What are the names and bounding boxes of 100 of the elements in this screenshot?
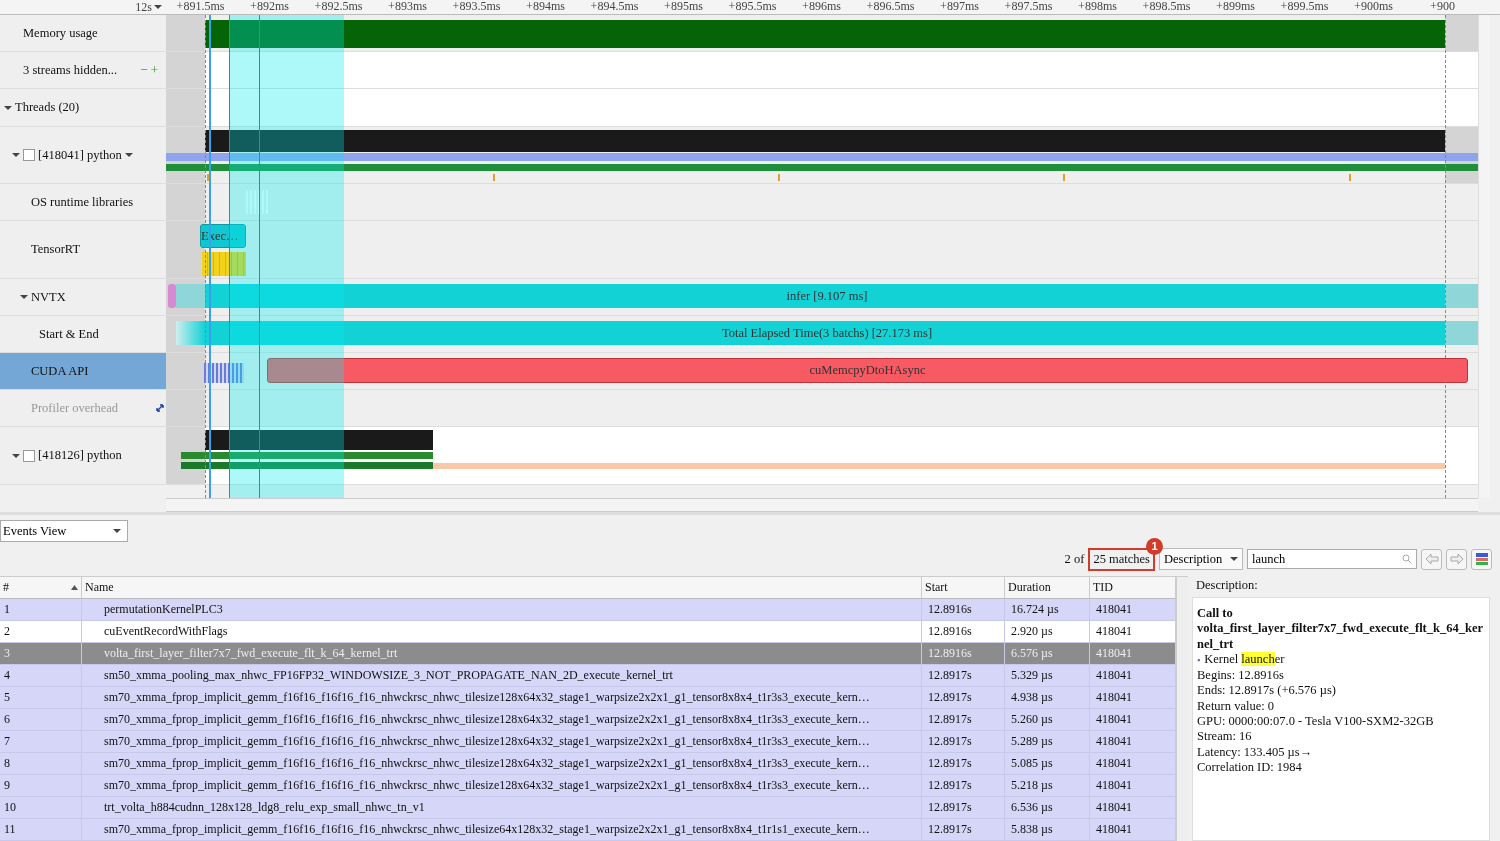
ruler-tick: +898ms xyxy=(1077,0,1118,14)
checkbox[interactable] xyxy=(23,149,35,161)
description-line: Stream: 16 xyxy=(1197,729,1253,745)
table-cell: volta_first_layer_filter7x7_fwd_execute_flt_k_64_kernel_trt xyxy=(82,643,922,665)
table-cell: 418041 xyxy=(1090,731,1176,753)
table-cell: 5.289 µs xyxy=(1005,731,1090,753)
match-count: 2 of xyxy=(1064,551,1085,567)
left-arrow-icon xyxy=(1424,553,1439,565)
collapse-button[interactable]: − xyxy=(140,62,148,78)
table-cell: 418041 xyxy=(1090,643,1176,665)
zoom-selector[interactable]: 12s xyxy=(0,0,166,14)
search-icon xyxy=(1402,554,1412,564)
table-cell: 12.8917s xyxy=(922,665,1005,687)
table-cell: 4.938 µs xyxy=(1005,687,1090,709)
table-cell: 12.8917s xyxy=(922,819,1005,841)
panel-title: Description: xyxy=(1195,577,1259,594)
ruler-tick: +892.5ms xyxy=(313,0,364,14)
row-title: Memory usage xyxy=(23,25,98,41)
row-title: TensorRT xyxy=(31,242,81,257)
sort-icon xyxy=(71,585,78,590)
horizontal-scrollbar[interactable] xyxy=(166,498,1478,512)
search-field-dropdown[interactable]: Description xyxy=(1159,548,1243,570)
ruler-tick: +894ms xyxy=(525,0,566,14)
vertical-scrollbar[interactable] xyxy=(1478,15,1490,499)
table-cell: sm70_xmma_fprop_implicit_gemm_f16f16_f16f16_f16_nhwckrsc_nhwc_tilesize128x64x32_stage1_warpsize2x2x1_g1_tensor8x8x4_t1r3s3_execute_kern… xyxy=(82,731,922,753)
table-cell: 3 xyxy=(0,643,82,665)
ruler-tick: +894.5ms xyxy=(589,0,640,14)
table-cell: 418041 xyxy=(1090,687,1176,709)
column-header[interactable]: Duration xyxy=(1005,577,1090,599)
description-line: Correlation ID: 1984 xyxy=(1197,759,1303,776)
table-cell: sm70_xmma_fprop_implicit_gemm_f16f16_f16f16_f16_nhwckrsc_nhwc_tilesize128x64x32_stage1_warpsize2x2x1_g1_tensor8x8x4_t1r3s3_execute_kern… xyxy=(82,709,922,731)
layout-button[interactable] xyxy=(1471,548,1492,570)
table-cell: 2.920 µs xyxy=(1005,621,1090,643)
table-cell: 418041 xyxy=(1090,797,1176,819)
sample-mark xyxy=(1063,174,1065,181)
expand-caret-icon[interactable] xyxy=(4,103,12,112)
table-cell: 5 xyxy=(0,687,82,709)
row-title: CUDA API xyxy=(31,363,89,379)
caret-icon[interactable] xyxy=(1230,556,1238,562)
table-cell: 5.260 µs xyxy=(1005,709,1090,731)
column-header[interactable]: # xyxy=(0,577,82,599)
table-cell: 2 xyxy=(0,621,82,643)
table-cell: 12.8916s xyxy=(922,599,1005,621)
table-cell: 10 xyxy=(0,797,82,819)
api-calls-drawing xyxy=(204,363,244,383)
table-cell: 5.085 µs xyxy=(1005,753,1090,775)
table-cell: 12.8917s xyxy=(922,687,1005,709)
column-header[interactable]: TID xyxy=(1090,577,1176,599)
row-title: NVTX xyxy=(31,289,66,305)
table-cell: 12.8917s xyxy=(922,797,1005,819)
ruler-tick: +897.5ms xyxy=(1003,0,1054,14)
row-label[interactable]: CUDA API xyxy=(0,353,166,389)
nvtx-range-bar: Total Elapsed Time(3 batchs) [27.173 ms] xyxy=(176,321,1478,345)
table-cell: sm70_xmma_fprop_implicit_gemm_f16f16_f16f16_f16_nhwckrsc_nhwc_tilesize128x64x32_stage1_warpsize2x2x1_g1_tensor8x8x4_t1r3s3_execute_kern… xyxy=(82,687,922,709)
table-cell: 7 xyxy=(0,731,82,753)
search-field[interactable]: launch xyxy=(1247,549,1417,569)
table-cell: 418041 xyxy=(1090,621,1176,643)
table-cell: 12.8917s xyxy=(922,709,1005,731)
description-line: Begins: 12.8916s xyxy=(1197,668,1285,684)
row-title: Profiler overhead xyxy=(31,400,119,416)
table-cell: 12.8916s xyxy=(922,621,1005,643)
caret-icon[interactable] xyxy=(113,528,121,534)
table-cell: 5.329 µs xyxy=(1005,665,1090,687)
api-call-bar: cuMemcpyDtoHAsync xyxy=(267,358,1468,383)
checkbox[interactable] xyxy=(23,449,35,462)
table-cell: 12.8916s xyxy=(922,643,1005,665)
menu-caret-icon[interactable] xyxy=(124,152,133,158)
ruler-tick: +893.5ms xyxy=(451,0,502,14)
table-cell: 5.218 µs xyxy=(1005,775,1090,797)
table-cell: sm70_xmma_fprop_implicit_gemm_f16f16_f16f16_f16_nhwckrsc_nhwc_tilesize128x64x32_stage1_warpsize2x2x1_g1_tensor8x8x4_t1r3s3_execute_kern… xyxy=(82,753,922,775)
nvtx-marker xyxy=(168,284,176,308)
table-cell: 12.8917s xyxy=(922,753,1005,775)
caret-icon[interactable] xyxy=(154,4,162,10)
table-cell: sm70_xmma_fprop_implicit_gemm_f16f16_f16f16_f16_nhwckrsc_nhwc_tilesize64x128x32_stage1_warpsize2x2x1_g1_tensor8x8x4_t1r1s1_execute_kern… xyxy=(82,819,922,841)
table-cell: 418041 xyxy=(1090,753,1176,775)
table-cell: sm50_xmma_pooling_max_nhwc_FP16FP32_WINDOWSIZE_3_NOT_PROPAGATE_NAN_2D_execute_kernel_trt xyxy=(82,665,922,687)
color-bars-icon xyxy=(1474,552,1489,566)
table-cell: 418041 xyxy=(1090,599,1176,621)
column-header[interactable]: Start xyxy=(922,577,1005,599)
callout-badge: 1 xyxy=(1146,537,1163,555)
ruler-tick: +900ms xyxy=(1353,0,1394,14)
ruler-tick: +899.5ms xyxy=(1279,0,1330,14)
column-header[interactable]: Name xyxy=(82,577,922,599)
row-title: OS runtime libraries xyxy=(31,194,134,210)
expand-caret-icon[interactable] xyxy=(12,451,20,460)
table-cell: 12.8917s xyxy=(922,775,1005,797)
table-cell: 6.536 µs xyxy=(1005,797,1090,819)
description-line: Latency: 133.405 µs→ xyxy=(1197,744,1314,760)
table-cell: 418041 xyxy=(1090,819,1176,841)
row-title: [418126] python xyxy=(38,448,122,463)
expand-caret-icon[interactable] xyxy=(20,293,28,301)
table-cell: sm70_xmma_fprop_implicit_gemm_f16f16_f16f16_f16_nhwckrsc_nhwc_tilesize128x64x32_stage1_warpsize2x2x1_g1_tensor8x8x4_t1r3s3_execute_kern… xyxy=(82,775,922,797)
ruler-tick: +892ms xyxy=(249,0,290,14)
view-dropdown[interactable]: Events View xyxy=(0,520,128,542)
trt-layers-bar xyxy=(202,252,246,276)
table-cell: 418041 xyxy=(1090,665,1176,687)
expand-caret-icon[interactable] xyxy=(12,151,20,159)
description-line: Return value: 0 xyxy=(1197,698,1276,715)
table-cell: 9 xyxy=(0,775,82,797)
table-cell: 6 xyxy=(0,709,82,731)
